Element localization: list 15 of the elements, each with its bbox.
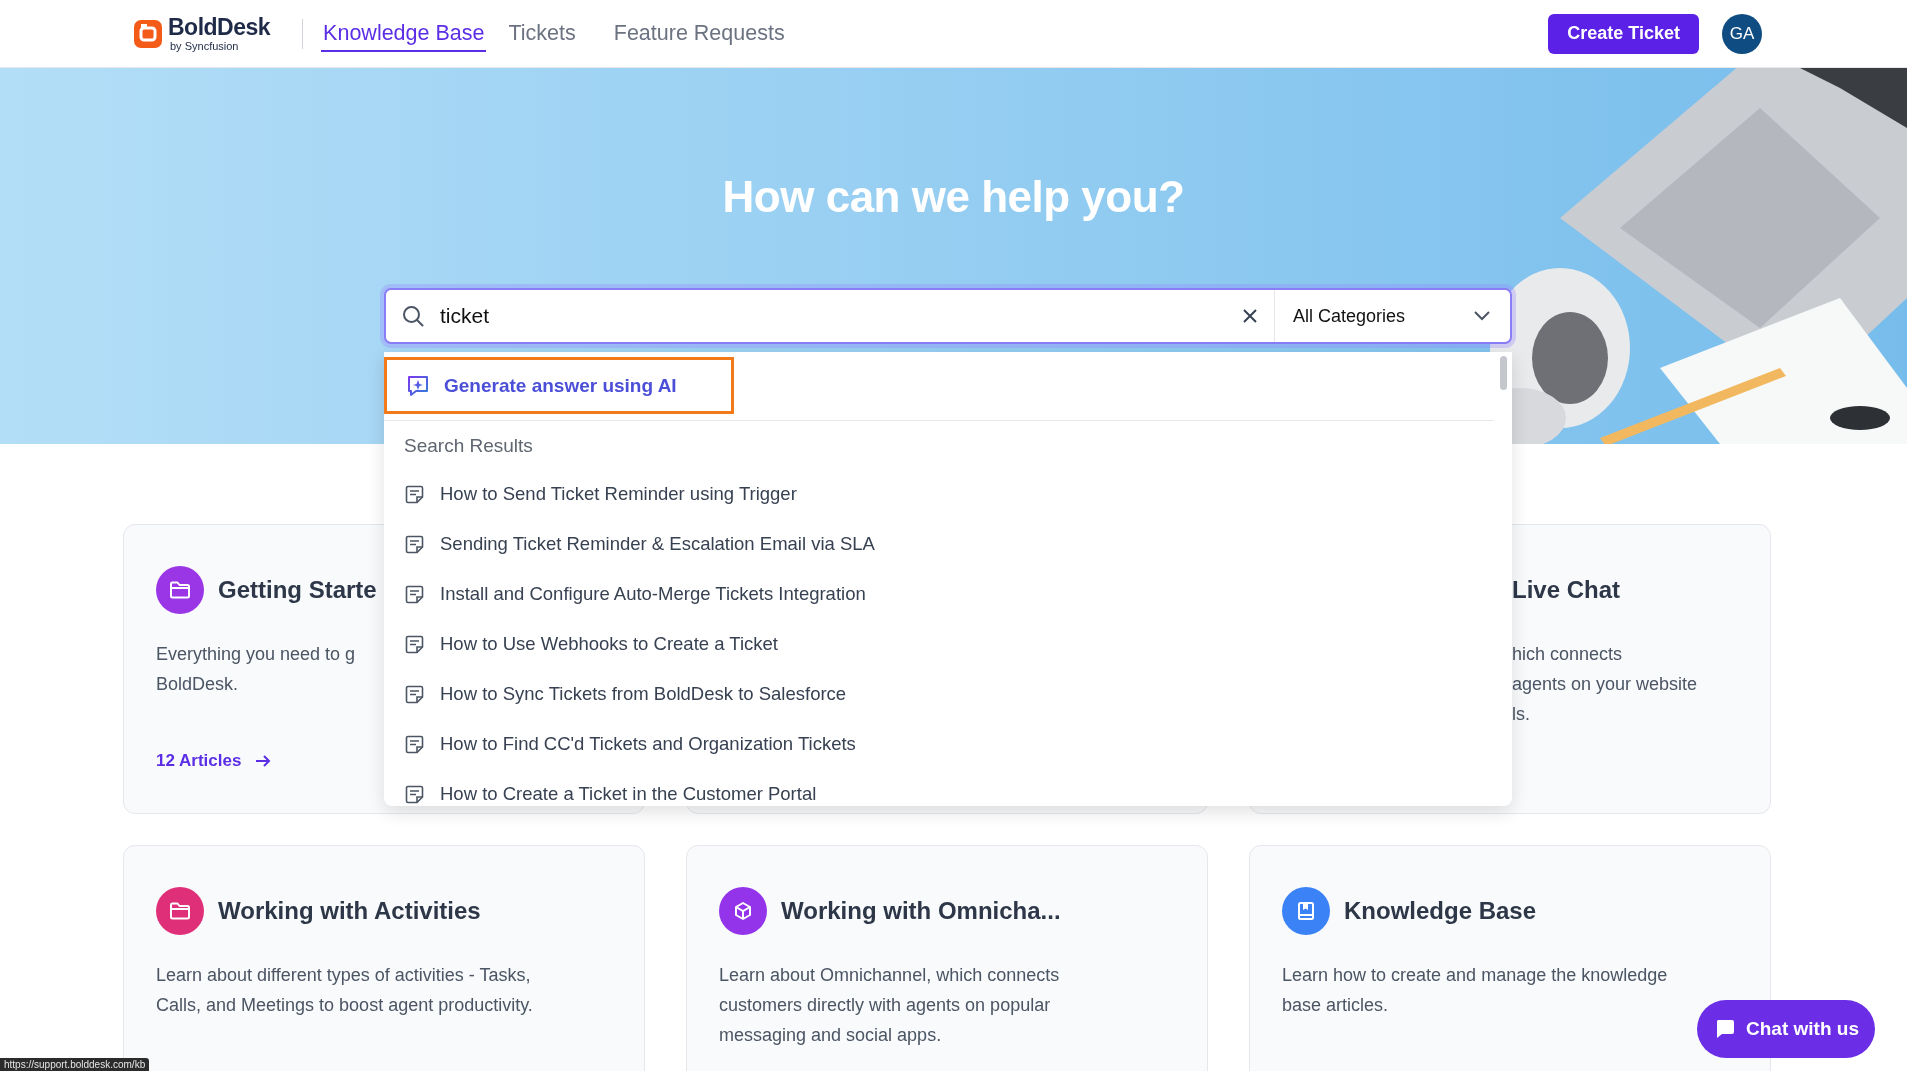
card-description: Learn how to create and manage the knowledge base articles. bbox=[1282, 964, 1668, 1017]
results-heading: Search Results bbox=[404, 434, 534, 458]
card-title: Working with Omnicha... bbox=[781, 897, 1061, 925]
card-title: Live Chat bbox=[1512, 576, 1621, 604]
logo-name: BoldDesk bbox=[168, 15, 271, 39]
card-description: Everything you need to g BoldDesk. bbox=[156, 643, 356, 696]
card-title: Getting Starte bbox=[218, 576, 377, 604]
card-description: Learn about different types of activities - Tasks, Calls, and Meetings to boost agent productivity. bbox=[156, 964, 533, 1017]
card-title: Knowledge Base bbox=[1344, 897, 1537, 925]
card-description: hich connects agents on your website ls. bbox=[1512, 643, 1698, 726]
logo-tagline: by Syncfusion bbox=[170, 40, 240, 52]
card-title: Working with Activities bbox=[218, 897, 481, 925]
hero-heading: How can we help you? bbox=[721, 171, 1186, 223]
status-url: https://support.bolddesk.com/kb bbox=[0, 1058, 150, 1071]
card-description: Learn about Omnichannel, which connects customers directly with agents on popular messaging and social apps. bbox=[719, 964, 1060, 1047]
